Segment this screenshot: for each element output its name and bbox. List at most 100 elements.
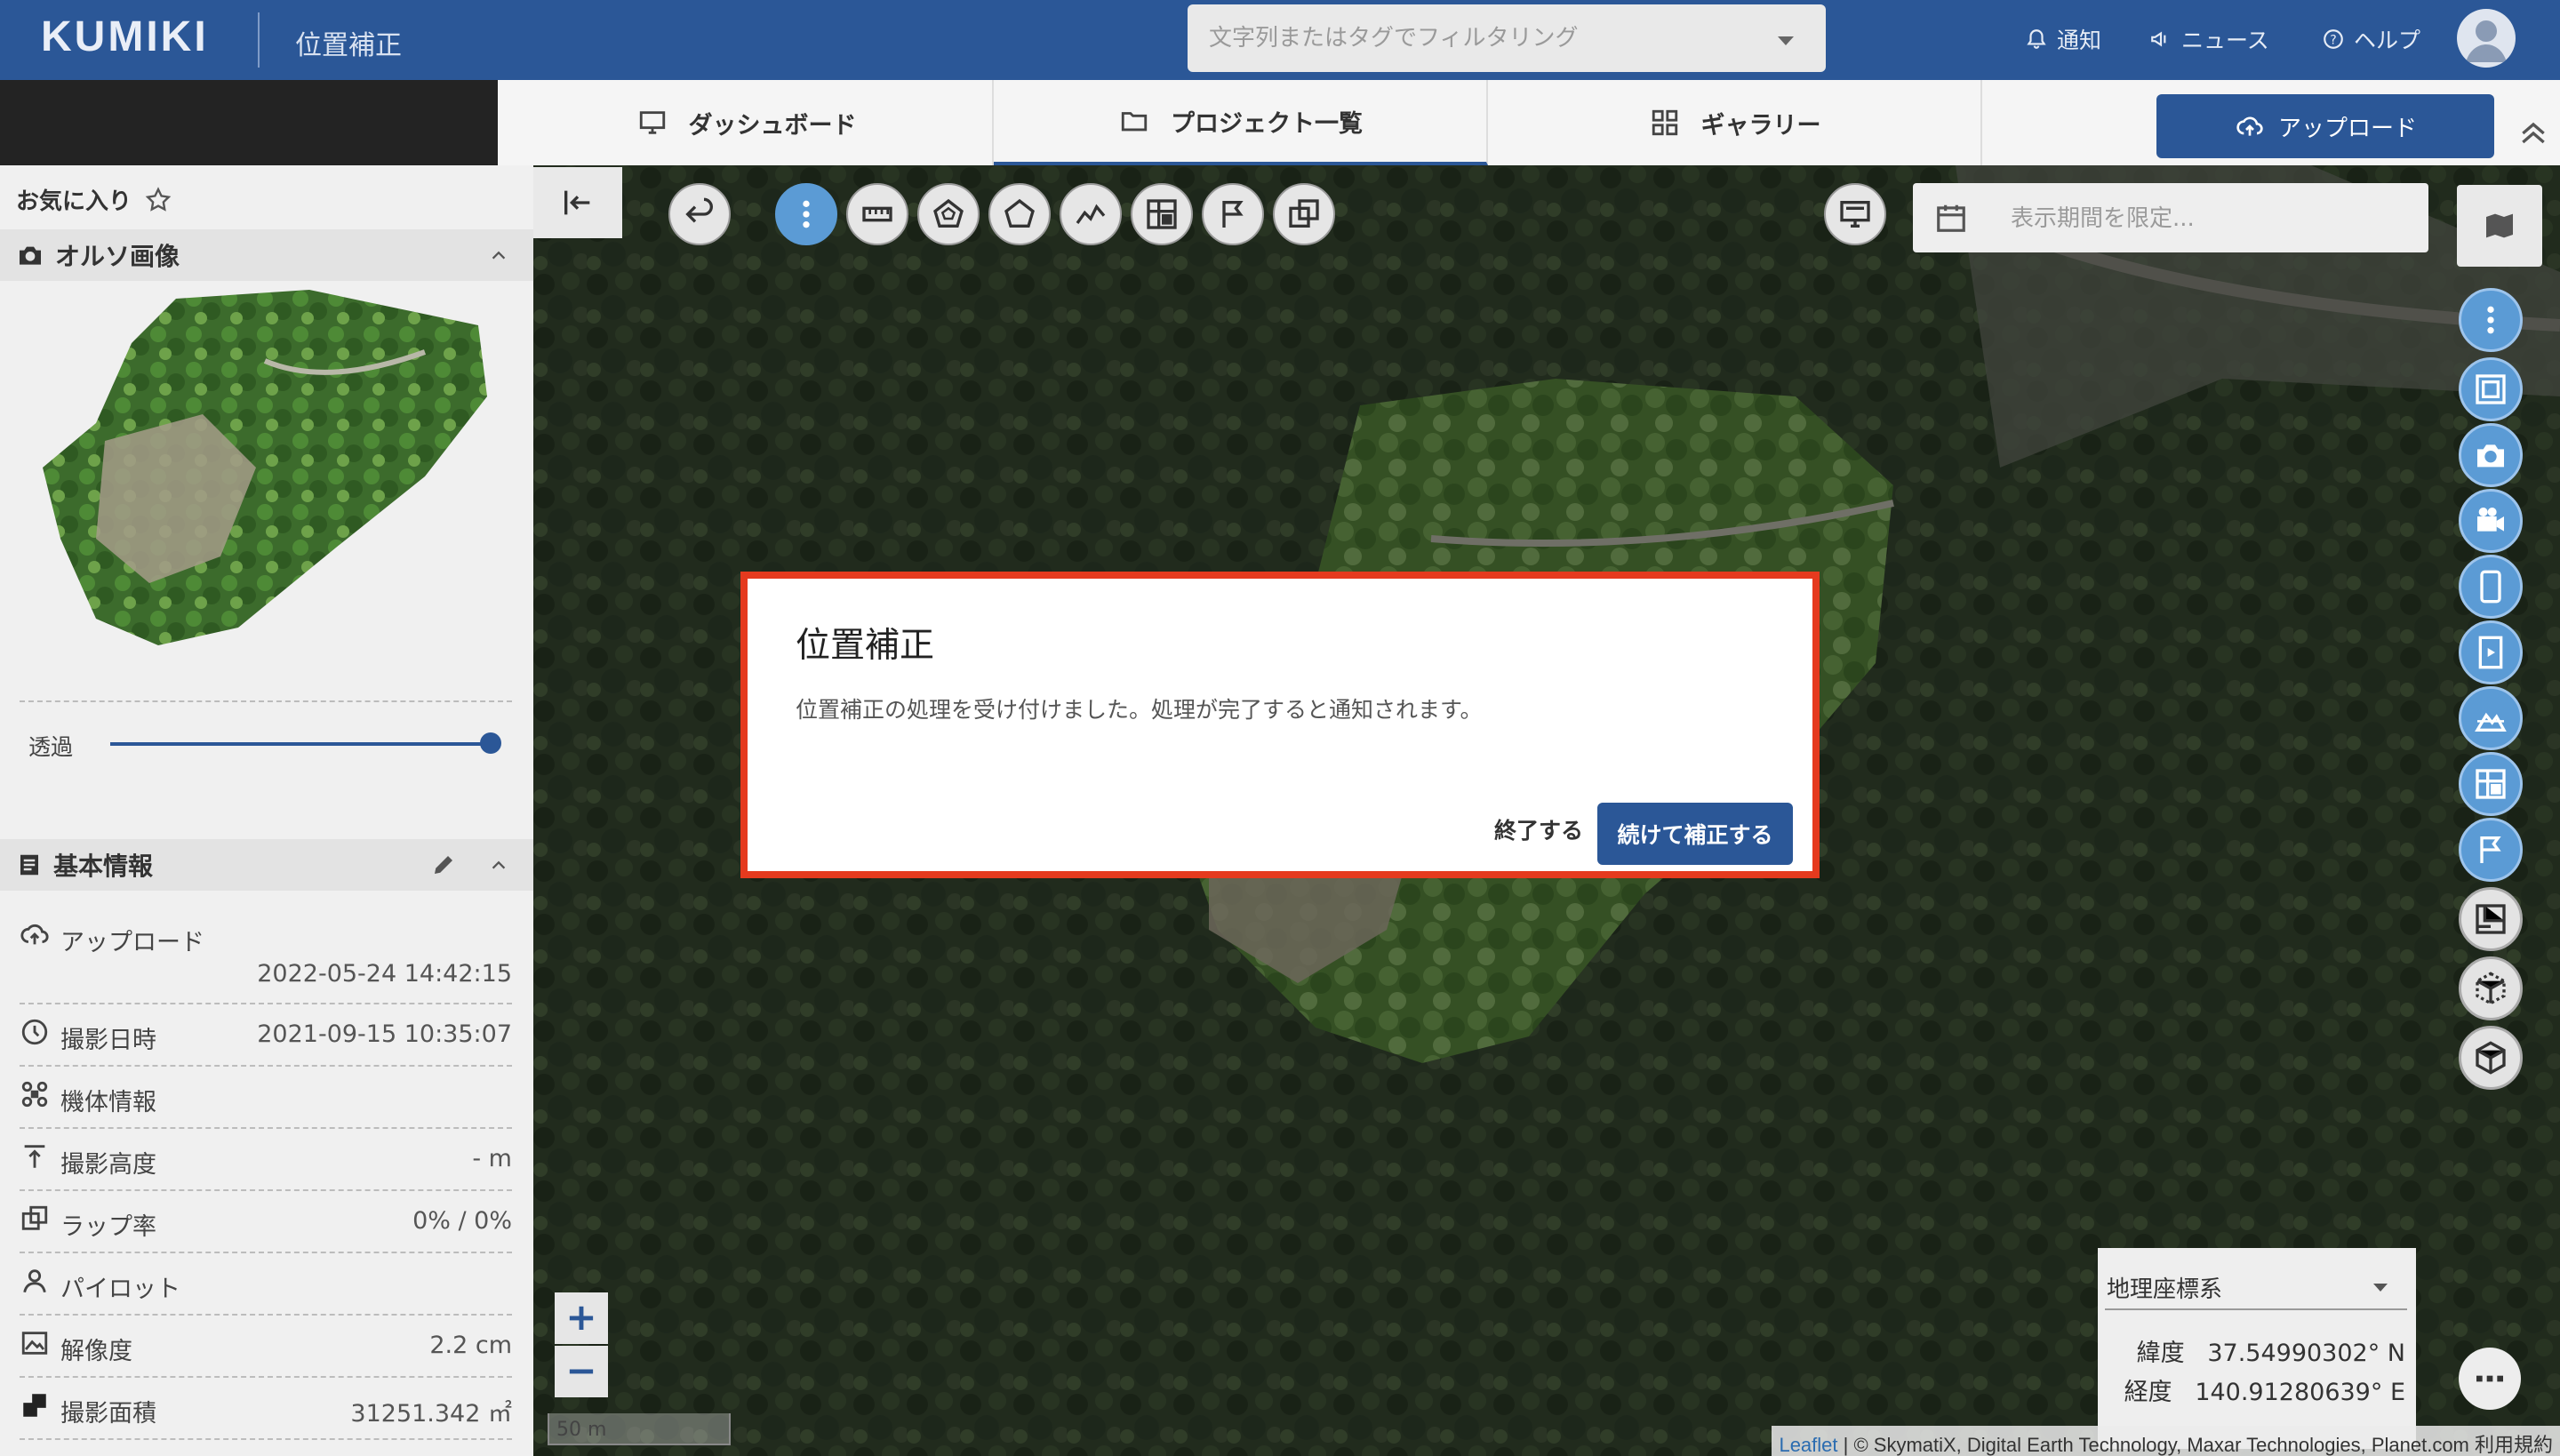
monitor-icon [1840,201,1870,228]
info-label: アップロード [60,929,204,956]
latitude-label: 緯度 [2136,1340,2185,1367]
more-horizontal-icon [2476,1375,2503,1382]
more-options-button[interactable] [2459,1348,2521,1410]
opacity-slider-handle[interactable] [480,732,501,754]
layer-menu-button[interactable] [2459,288,2523,352]
flag-tool-button[interactable] [1202,183,1264,245]
tab-project-list[interactable]: プロジェクト一覧 [994,80,1488,165]
basic-info-header[interactable]: 基本情報 [0,839,533,891]
terrain-layer-button[interactable] [2459,686,2523,750]
ruler-tool-button[interactable] [846,183,908,245]
info-value: 31251.342 ㎡ [350,1400,512,1428]
notification-link[interactable]: 通知 [2025,23,2101,55]
pencil-icon[interactable] [430,852,457,878]
info-label: ラップ率 [60,1213,156,1241]
grid-chart-icon [1147,199,1177,229]
camera-icon [20,246,41,265]
filter-select[interactable] [1188,4,1826,72]
chevron-up-icon[interactable] [489,855,508,875]
coordinate-system-select[interactable]: 地理座標系 [2105,1271,2407,1310]
coordinate-panel: 地理座標系 緯度 37.54990302° N 経度 140.91280639°… [2098,1248,2416,1449]
end-button[interactable]: 終了する [1468,803,1610,856]
upload-icon [20,924,49,945]
volume-tool-button[interactable] [1131,183,1193,245]
folder-icon [1121,112,1148,132]
blueprint-icon [2476,904,2506,934]
video-layer-button[interactable] [2459,489,2523,553]
divider [20,700,512,702]
dialog-title: 位置補正 [796,626,935,666]
info-value: 2022-05-24 14:42:15 [257,960,512,988]
opacity-slider[interactable] [110,742,491,746]
period-input[interactable] [2009,201,2400,236]
chevron-up-icon[interactable] [2516,116,2551,151]
sidebar-collapse-button[interactable] [533,167,622,238]
photo-layer-button[interactable] [2459,423,2523,487]
news-link[interactable]: ニュース [2149,23,2269,55]
info-label: パイロット [60,1276,180,1303]
period-filter[interactable] [1913,183,2428,252]
filter-input[interactable] [1207,20,1740,56]
info-label: 解像度 [60,1338,132,1365]
tab-gallery[interactable]: ギャラリー [1488,80,1982,165]
info-value: - m [472,1145,512,1172]
mobile-layer-button[interactable] [2459,555,2523,619]
basemap-button[interactable] [2457,185,2542,267]
zoom-in-button[interactable]: + [555,1292,608,1344]
upload-button[interactable]: アップロード [2156,94,2494,158]
undo-tool-button[interactable] [668,183,731,245]
ortho-layer-button[interactable] [2459,357,2523,421]
flag-icon [2480,836,2501,863]
analysis-layer-button[interactable] [2459,752,2523,816]
chevron-down-icon[interactable] [2373,1284,2388,1292]
info-row-resolution: 解像度 2.2 cm [20,1316,512,1378]
image-icon [21,1332,48,1355]
app-header: KUMIKI 位置補正 通知 ニュース ? ヘルプ [0,0,2560,80]
pointcloud-layer-button[interactable] [2459,956,2523,1020]
chevron-up-icon[interactable] [489,245,508,265]
profile-tool-button[interactable] [1060,183,1122,245]
project-sidebar: お気に入り オルソ画像 透過 基本情報 アップロード 2022-05-24 14 [0,165,533,1456]
play-file-icon [2478,636,2503,669]
movie-layer-button[interactable] [2459,620,2523,684]
longitude-label: 経度 [2124,1379,2172,1406]
ortho-section-header[interactable]: オルソ画像 [0,229,533,281]
scale-bar: 50 m [548,1413,731,1445]
leaflet-link[interactable]: Leaflet [1779,1434,1837,1456]
area-polygon-tool-button[interactable] [917,183,980,245]
polygon-area-icon [933,198,964,228]
more-vertical-icon [803,200,810,228]
info-label: 撮影面積 [60,1400,156,1428]
basic-info-title: 基本情報 [53,852,154,881]
user-avatar[interactable] [2457,9,2516,68]
monitor-icon [639,111,665,134]
tab-gallery-label: ギャラリー [1700,111,1821,140]
zoom-out-button[interactable]: − [555,1346,608,1397]
info-label: 撮影高度 [60,1151,156,1179]
more-vertical-icon [2487,306,2494,334]
plan-layer-button[interactable] [2459,887,2523,951]
altitude-icon [24,1145,45,1168]
chevron-down-icon[interactable] [1778,36,1794,45]
more-tools-button[interactable] [775,183,837,245]
model-3d-layer-button[interactable] [2459,1026,2523,1090]
copy-tool-button[interactable] [1273,183,1335,245]
drone-icon [21,1081,48,1108]
latitude-readout: 緯度 37.54990302° N [2137,1333,2405,1368]
help-icon: ? [2324,29,2343,49]
info-row-overlap: ラップ率 0% / 0% [20,1191,512,1253]
tab-dashboard[interactable]: ダッシュボード [500,80,994,165]
favorites-toggle[interactable]: お気に入り [16,183,172,216]
document-icon [20,854,38,876]
pentagon-icon [1004,198,1035,228]
ortho-thumbnail[interactable] [43,290,487,663]
continue-correction-button[interactable]: 続けて補正する [1597,803,1793,865]
display-tool-button[interactable] [1824,183,1886,245]
app-logo[interactable]: KUMIKI [41,12,209,61]
help-link[interactable]: ? ヘルプ [2322,23,2420,55]
star-icon[interactable] [144,186,172,214]
flag-layer-button[interactable] [2459,818,2523,882]
polygon-tool-button[interactable] [988,183,1051,245]
info-value: 2021-09-15 10:35:07 [257,1020,512,1048]
person-icon [23,1269,46,1293]
